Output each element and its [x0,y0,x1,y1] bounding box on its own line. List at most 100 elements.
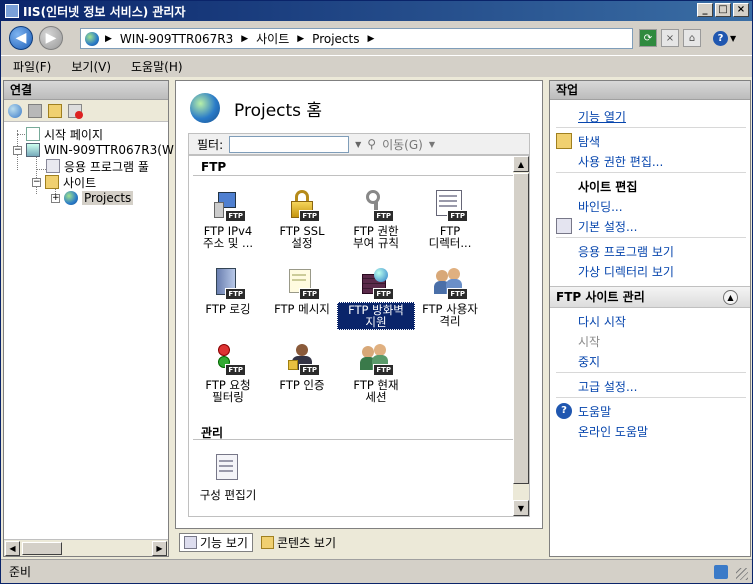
chevron-right-icon: ▶ [367,33,375,44]
go-button[interactable]: 이동(G) [382,136,423,153]
action-view-applications[interactable]: 응용 프로그램 보기 [578,243,674,260]
tree-item-projects[interactable]: + Projects [51,190,134,206]
filter-label: 필터: [197,137,224,152]
action-stop[interactable]: 중지 [578,353,600,370]
refresh-icon[interactable]: ⟳ [639,29,657,47]
message-icon: FTP [286,266,320,300]
connections-header: 연결 [4,81,168,100]
filter-input[interactable] [229,135,350,153]
title-bar: IIS(인터넷 정보 서비스) 관리자 _ □ × [1,1,752,21]
help-icon: ? [556,403,572,419]
menu-help[interactable]: 도움말(H) [131,58,183,75]
action-explore[interactable]: 탐색 [578,133,600,150]
feature-ftp-request-filtering[interactable]: FTP FTP 요청 필터링 [189,342,267,404]
home-icon[interactable]: ⌂ [683,29,701,47]
feature-ftp-directory-browsing[interactable]: FTP FTP 디렉터... [411,188,489,250]
filter-bar: 필터: ▼ ⚲ 이동(G) ▼ [188,133,530,155]
window-title: IIS(인터넷 정보 서비스) 관리자 [23,4,186,19]
edit-site-title: 사이트 편집 [578,180,638,194]
forward-button[interactable]: ▶ [39,26,63,50]
action-view-virtual-directories[interactable]: 가상 디렉터리 보기 [578,263,674,280]
minimize-button[interactable]: _ [697,3,713,17]
tree-item-app-pools[interactable]: 응용 프로그램 풀 [46,158,149,174]
feature-ftp-authentication[interactable]: FTP FTP 인증 [263,342,341,392]
back-button[interactable]: ◀ [9,26,33,50]
network-status-icon [714,565,728,579]
site-globe-icon [190,93,220,123]
scroll-thumb[interactable] [513,173,529,484]
tree-item-start-page[interactable]: 시작 페이지 [26,126,103,142]
feature-ftp-ssl[interactable]: FTP FTP SSL 설정 [263,188,341,250]
disconnect-icon[interactable] [68,103,83,119]
binoculars-icon: ⚲ [367,137,377,151]
collapse-icon[interactable]: − [13,145,22,155]
action-advanced-settings[interactable]: 고급 설정... [578,378,637,395]
sessions-icon: FTP [360,342,394,376]
collapse-up-icon[interactable]: ▲ [723,290,738,305]
breadcrumb-sites[interactable]: 사이트 [256,30,289,47]
stop-icon[interactable]: × [661,29,679,47]
action-online-help[interactable]: 온라인 도움말 [578,423,648,440]
sites-folder-icon [45,175,59,189]
explore-icon [556,133,572,149]
feature-ftp-firewall[interactable]: FTP FTP 방화벽 지원 [337,266,415,330]
connect-icon[interactable] [8,103,22,118]
users-icon: FTP [434,266,468,300]
expand-icon[interactable]: + [51,193,60,203]
feature-ftp-current-sessions[interactable]: FTP FTP 현재 세션 [337,342,415,404]
action-restart[interactable]: 다시 시작 [578,313,626,330]
tab-content-view[interactable]: 콘텐츠 보기 [257,533,340,552]
address-bar[interactable]: ▶ WIN-909TTR067R3 ▶ 사이트 ▶ Projects ▶ [80,28,633,49]
features-view-icon [184,536,197,549]
scroll-left-icon[interactable]: ◀ [5,541,20,556]
horizontal-scrollbar[interactable]: ◀ ▶ [4,539,168,556]
breadcrumb-server[interactable]: WIN-909TTR067R3 [120,32,233,46]
chevron-right-icon: ▶ [297,33,305,44]
help-menu-button[interactable]: ? ▼ [713,29,743,47]
up-folder-icon[interactable] [48,103,62,118]
vertical-scrollbar[interactable]: ▲ ▼ [513,156,529,516]
actions-pane: 작업 기능 열기 탐색 사용 권한 편집... 사이트 편집 바인딩... 기본… [549,80,751,557]
menu-bar: 파일(F) 보기(V) 도움말(H) [1,55,752,77]
feature-ftp-messages[interactable]: FTP FTP 메시지 [263,266,341,316]
menu-file[interactable]: 파일(F) [13,58,51,75]
iis-app-icon [5,4,19,18]
feature-ftp-user-isolation[interactable]: FTP FTP 사용자 격리 [411,266,489,328]
section-ftp: FTP [201,160,227,174]
action-bindings[interactable]: 바인딩... [578,198,623,215]
tab-features-view[interactable]: 기능 보기 [179,533,253,552]
feature-ftp-authorization[interactable]: FTP FTP 권한 부여 규칙 [337,188,415,250]
chevron-down-icon[interactable]: ▼ [355,140,361,149]
start-page-icon [26,127,40,141]
save-icon[interactable] [28,103,42,118]
scroll-up-icon[interactable]: ▲ [513,156,529,172]
actions-header: 작업 [550,81,750,100]
action-help[interactable]: 도움말 [578,403,611,420]
maximize-button[interactable]: □ [715,3,731,17]
ftp-site-management-header[interactable]: FTP 사이트 관리 ▲ [550,286,750,308]
collapse-icon[interactable]: − [32,177,41,187]
chevron-down-icon[interactable]: ▼ [429,140,435,149]
status-bar: 준비 [1,559,752,583]
tree-item-sites[interactable]: − 사이트 [32,174,96,190]
action-start: 시작 [578,335,601,349]
feature-configuration-editor[interactable]: 구성 편집기 [189,452,267,502]
menu-view[interactable]: 보기(V) [71,58,111,75]
action-open-feature[interactable]: 기능 열기 [578,108,626,125]
scroll-down-icon[interactable]: ▼ [513,500,529,516]
feature-ftp-ipv4[interactable]: FTP FTP IPv4 주소 및 ... [189,188,267,250]
scroll-right-icon[interactable]: ▶ [152,541,167,556]
navigation-bar: ◀ ▶ ▶ WIN-909TTR067R3 ▶ 사이트 ▶ Projects ▶… [1,21,752,55]
scroll-thumb[interactable] [22,542,62,555]
feature-ftp-logging[interactable]: FTP FTP 로깅 [189,266,267,316]
tree-item-server[interactable]: − WIN-909TTR067R3(W [13,142,174,158]
chevron-right-icon: ▶ [105,33,112,44]
close-button[interactable]: × [733,3,749,17]
help-icon: ? [713,30,728,46]
view-tabs: 기능 보기 콘텐츠 보기 [179,533,340,552]
resize-grip-icon[interactable] [736,568,748,580]
action-edit-permissions[interactable]: 사용 권한 편집... [578,153,663,170]
chevron-right-icon: ▶ [241,33,249,44]
breadcrumb-projects[interactable]: Projects [312,32,359,46]
action-basic-settings[interactable]: 기본 설정... [578,218,637,235]
